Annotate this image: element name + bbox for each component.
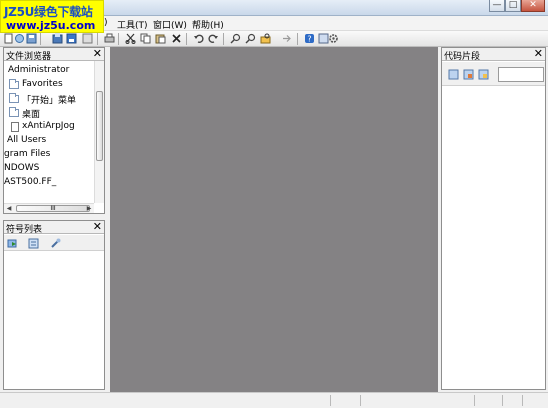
close-window-button[interactable]: ✕	[521, 0, 545, 12]
symbol-list-view-icon[interactable]	[28, 238, 39, 249]
symbol-list-panel: 符号列表 ✕	[3, 220, 105, 390]
vertical-scroll-thumb[interactable]	[96, 91, 103, 161]
symbol-list-header: 符号列表 ✕	[4, 220, 104, 235]
toolbar-separator	[186, 33, 187, 45]
close-file-icon[interactable]	[82, 33, 93, 44]
tree-item-label: Favorites	[22, 79, 63, 89]
file-browser-header: 文件浏览器 ✕	[4, 47, 104, 62]
file-browser-panel: 文件浏览器 ✕ Administrator Favorites 「开始」菜单 桌…	[3, 47, 105, 214]
code-snippets-title: 代码片段	[444, 52, 481, 62]
snippet-search-input[interactable]	[498, 67, 544, 82]
symbol-list-title: 符号列表	[6, 225, 43, 235]
save-copy-icon[interactable]	[66, 33, 77, 44]
scroll-right-icon[interactable]: ▶	[84, 204, 94, 214]
file-browser-title: 文件浏览器	[6, 52, 52, 62]
menu-tools[interactable]: 工具(T)	[117, 18, 148, 31]
symbol-list-close-icon[interactable]: ✕	[93, 220, 102, 233]
editor-workspace[interactable]	[110, 47, 438, 392]
menu-help[interactable]: 帮助(H)	[192, 18, 224, 31]
horizontal-scroll-thumb[interactable]: III	[16, 205, 90, 212]
scroll-left-icon[interactable]: ◀	[4, 204, 14, 214]
refresh-symbols-icon[interactable]	[7, 238, 18, 249]
tree-item-label: 桌面	[22, 110, 41, 120]
status-cell	[330, 395, 331, 406]
code-snippets-close-icon[interactable]: ✕	[534, 47, 543, 60]
file-icon	[11, 122, 19, 132]
save-all-icon[interactable]	[52, 33, 63, 44]
replace-icon[interactable]	[245, 33, 256, 44]
toolbar-separator	[297, 33, 298, 45]
status-cell	[360, 395, 361, 406]
toolbar-separator	[223, 33, 224, 45]
snippet-edit-icon[interactable]	[463, 69, 474, 80]
tree-item-label: NDOWS	[4, 163, 40, 173]
file-browser-vertical-scrollbar[interactable]	[94, 61, 104, 203]
open-icon[interactable]	[14, 33, 25, 44]
redo-icon[interactable]	[208, 33, 219, 44]
print-icon[interactable]	[104, 33, 115, 44]
snippet-folder-icon[interactable]	[478, 69, 489, 80]
file-browser-horizontal-scrollbar[interactable]: ◀ III ▶	[4, 203, 94, 213]
settings-icon[interactable]	[328, 33, 339, 44]
code-snippets-panel: 代码片段 ✕	[441, 47, 546, 390]
minimize-button[interactable]: —	[489, 0, 505, 12]
tree-item-label: Administrator	[8, 65, 70, 75]
cut-icon[interactable]	[125, 33, 136, 44]
file-browser-close-icon[interactable]: ✕	[93, 47, 102, 60]
status-cell	[474, 395, 475, 406]
window-controls: — □ ✕	[489, 0, 545, 12]
paste-icon[interactable]	[155, 33, 166, 44]
tree-item-label: 「开始」菜单	[22, 96, 77, 106]
folder-icon	[9, 107, 19, 117]
logo-url: www.jz5u.com	[6, 19, 96, 32]
tree-item-label: AST500.FF_	[4, 177, 57, 187]
status-cell	[522, 395, 523, 406]
menu-item-partial[interactable]: )	[104, 18, 108, 28]
help-icon[interactable]: ?	[304, 33, 315, 44]
code-snippets-toolbar	[442, 62, 545, 86]
toolbar: ?	[0, 31, 548, 47]
status-bar	[0, 392, 548, 408]
svg-text:?: ?	[307, 35, 311, 44]
toolbar-separator	[118, 33, 119, 45]
code-snippets-header: 代码片段 ✕	[442, 47, 545, 62]
undo-icon[interactable]	[193, 33, 204, 44]
toolbar-separator	[40, 33, 41, 45]
watermark-logo: JZ5U绿色下载站 www.jz5u.com	[0, 0, 104, 33]
logo-title: JZ5U绿色下载站	[4, 5, 93, 19]
tree-item-label: gram Files	[4, 149, 51, 159]
folder-icon	[9, 93, 19, 103]
maximize-button[interactable]: □	[505, 0, 521, 12]
goto-icon[interactable]	[282, 33, 293, 44]
copy-icon[interactable]	[140, 33, 151, 44]
snippet-new-icon[interactable]	[448, 69, 459, 80]
tree-item-label: All Users	[7, 135, 47, 145]
status-cell	[502, 395, 503, 406]
new-icon[interactable]	[3, 33, 14, 44]
tree-item-label: xAntiArpJog	[22, 121, 75, 131]
folder-icon	[9, 79, 19, 89]
symbol-list-toolbar	[4, 235, 104, 251]
scroll-grip: III	[50, 205, 56, 212]
toolbar-separator	[97, 33, 98, 45]
delete-icon[interactable]	[171, 33, 182, 44]
symbol-settings-icon[interactable]	[50, 238, 61, 249]
find-icon[interactable]	[230, 33, 241, 44]
save-icon[interactable]	[26, 33, 37, 44]
menu-window[interactable]: 窗口(W)	[153, 18, 187, 31]
find-in-files-icon[interactable]	[260, 33, 271, 44]
